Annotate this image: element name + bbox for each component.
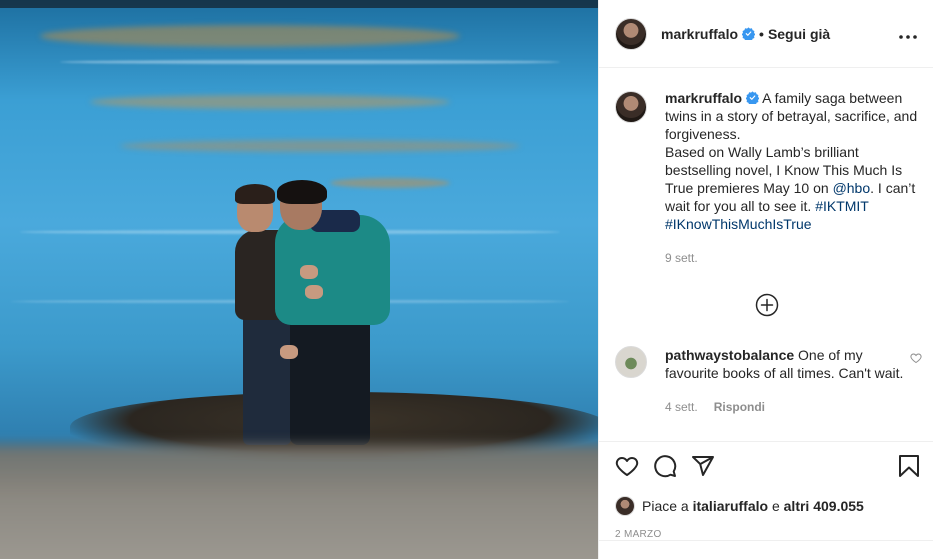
likes-count-link[interactable]: altri 409.055 <box>784 498 864 514</box>
avatar[interactable] <box>615 91 647 123</box>
likes-prefix: Piace a <box>642 498 689 514</box>
hand <box>300 265 318 279</box>
post-author-username[interactable]: markruffalo <box>661 26 756 42</box>
separator: • <box>759 25 764 42</box>
man-right-legs <box>290 315 370 445</box>
water-reflection <box>90 95 450 109</box>
action-icons-row <box>615 452 920 480</box>
hand <box>305 285 323 299</box>
post-header: markruffalo • Segui già <box>599 0 933 68</box>
comment-item: pathwaystobalance One of my favourite bo… <box>599 346 933 416</box>
comment-time[interactable]: 4 sett. <box>665 400 698 414</box>
hand <box>280 345 298 359</box>
man-left-legs <box>243 315 291 445</box>
post-photo[interactable] <box>0 0 598 559</box>
username-text[interactable]: markruffalo <box>661 26 738 42</box>
avatar[interactable] <box>615 17 647 50</box>
caption-meta: 9 sett. <box>665 249 918 267</box>
caption: markruffalo A family saga between twins … <box>599 69 933 267</box>
reply-button[interactable]: Rispondi <box>714 400 765 414</box>
water-reflection <box>40 25 460 47</box>
two-men-embracing <box>225 180 395 450</box>
post-side-panel: markruffalo • Segui già markruffalo A fa… <box>598 0 933 559</box>
following-button[interactable]: Segui già <box>768 26 830 42</box>
verified-badge-icon <box>742 26 756 40</box>
man-right-hair <box>277 180 327 204</box>
avatar[interactable] <box>615 496 635 516</box>
water-dark-edge <box>0 0 598 8</box>
like-comment-heart-icon[interactable] <box>910 352 922 364</box>
comment-body: pathwaystobalance One of my favourite bo… <box>665 346 918 416</box>
caption-username[interactable]: markruffalo <box>665 90 742 106</box>
caption-body: markruffalo A family saga between twins … <box>665 89 918 267</box>
man-left-hair <box>235 184 275 204</box>
water-ripple <box>60 60 560 64</box>
comments-list[interactable]: markruffalo A family saga between twins … <box>599 69 933 441</box>
likes-summary: Piace a italiaruffalo e altri 409.055 <box>615 496 920 516</box>
liker-username[interactable]: italiaruffalo <box>693 498 768 514</box>
plus-circle-icon[interactable] <box>755 293 779 317</box>
hashtag-link[interactable]: #IKnowThisMuchIsTrue <box>665 216 812 232</box>
blurred-foreground <box>0 445 598 559</box>
likes-middle: e <box>771 498 780 514</box>
water-reflection <box>120 140 520 152</box>
mention-link[interactable]: @hbo <box>833 180 871 196</box>
bookmark-icon[interactable] <box>898 454 920 478</box>
hashtag-link[interactable]: #IKTMIT <box>815 198 869 214</box>
verified-badge-icon <box>746 91 760 104</box>
add-comment-bar[interactable] <box>599 540 933 559</box>
load-more-comments-button[interactable] <box>599 293 933 319</box>
heart-icon[interactable] <box>615 454 639 478</box>
avatar[interactable] <box>615 346 647 378</box>
instagram-post: markruffalo • Segui già markruffalo A fa… <box>0 0 933 559</box>
more-options-icon[interactable] <box>899 23 917 44</box>
comment-icon[interactable] <box>653 454 677 478</box>
post-actions: Piace a italiaruffalo e altri 409.055 2 … <box>599 441 933 540</box>
post-date[interactable]: 2 MARZO <box>615 529 920 540</box>
caption-time[interactable]: 9 sett. <box>665 251 698 265</box>
send-icon[interactable] <box>691 454 715 478</box>
comment-meta: 4 sett. Rispondi <box>665 398 918 416</box>
comment-username[interactable]: pathwaystobalance <box>665 347 794 363</box>
